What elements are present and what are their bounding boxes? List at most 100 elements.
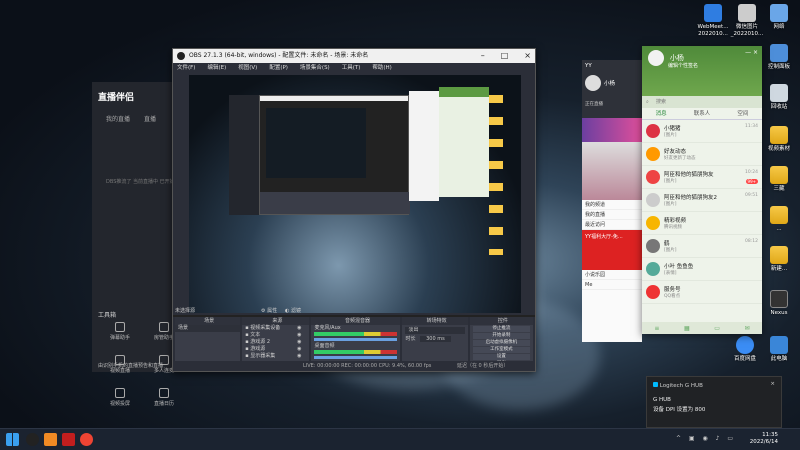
minimize-icon[interactable]: – [481,49,485,63]
scene-item[interactable]: 场景 [175,325,241,332]
conversation-item[interactable]: 鹤 [图片] 08:12 [642,235,762,258]
menu-help[interactable]: 帮助(H) [372,63,391,73]
conversation-item[interactable]: 小叶 鱼鱼鱼 [表情] [642,258,762,281]
conversation-item[interactable]: 精彩视频 腾讯视频 [642,212,762,235]
eye-icon[interactable]: ◉ [297,325,301,332]
folder-icon[interactable]: ▭ [714,325,720,332]
yy-item[interactable]: 我的频道 [582,200,642,210]
webmeet-icon [704,4,722,22]
tab-space[interactable]: 空间 [737,108,748,119]
desktop-icon-nexus[interactable]: Nexus [762,290,796,317]
close-icon[interactable]: × [770,381,775,387]
qq-avatar[interactable] [648,50,664,66]
control-button[interactable]: 停止推流 [472,326,530,332]
user-icon [159,322,169,332]
conversation-avatar [646,193,660,207]
yy-item[interactable]: 最近访问 [582,220,642,230]
scenes-header: 场景 [175,317,241,325]
duration-input[interactable]: 300 ms [420,336,451,342]
status-right: 延迟（在 0 秒后开始） [456,363,509,369]
desktop-icon-recycle-bin[interactable]: 回收站 [762,84,796,111]
conversation-item[interactable]: 小猪猪 [图片] 11:34 [642,120,762,143]
desktop-icon-control-panel[interactable]: 控制面板 [762,44,796,71]
yy-item[interactable]: 我的直播 [582,210,642,220]
source-item[interactable]: ▪ 文本 ◉ [242,332,309,339]
tab-contacts[interactable]: 联系人 [694,108,711,119]
desktop-folder-video[interactable]: 视频素材 [762,126,796,153]
qq-search-input[interactable]: ⌕ 搜索 [642,96,762,108]
yy-item[interactable]: Me [582,280,642,290]
taskbar-app-orange-icon[interactable] [44,433,57,446]
properties-button[interactable]: ⚙ 属性 [261,307,277,314]
yy-live-label: 正在直播 [585,102,603,107]
conversation-item[interactable]: 阿臣和他的狐朋狗友2 [图片] 09:51 [642,189,762,212]
filters-button[interactable]: ◐ 滤镜 [285,307,301,314]
control-button[interactable]: 启动虚拟摄像机 [472,340,530,346]
eye-icon[interactable]: ◉ [297,332,301,339]
control-button[interactable]: 工作室模式 [472,347,530,353]
desktop-icon-baidu[interactable]: 百度网盘 [728,336,762,363]
yy-avatar[interactable] [585,75,601,91]
conversation-avatar [646,239,660,253]
desktop-folder-2[interactable]: ... [762,206,796,233]
tab-live[interactable]: 直播 [144,114,156,123]
taskbar-app-obs-icon[interactable] [26,433,39,446]
conversation-name: 鹤 [664,241,670,247]
tool-calendar[interactable]: 直播日历 [142,388,186,407]
source-item[interactable]: ▪ 游戏源 ◉ [242,346,309,353]
nested-obs-window [259,95,410,215]
yy-title: YY [585,63,592,69]
obs-preview[interactable] [189,75,521,313]
mic-volume-slider[interactable] [314,338,398,341]
source-item[interactable]: ▪ 视频采集设备 ◉ [242,325,309,332]
eye-icon[interactable]: ◉ [297,346,301,353]
desktop-icon-this-pc[interactable]: 此电脑 [762,336,796,363]
conversation-item[interactable]: 服务号 QQ看点 [642,281,762,304]
yy-stream-thumb[interactable] [582,142,642,200]
control-button[interactable]: 开始录制 [472,333,530,339]
menu-scene-collection[interactable]: 场景集合(S) [300,63,330,73]
desktop-icon-weixin-image[interactable]: 微信图片_2022010... [730,4,764,38]
tab-my-live[interactable]: 我的直播 [106,114,130,123]
taskbar-app-yy-icon[interactable] [80,433,93,446]
desktop-folder-1[interactable]: 三藏 [762,166,796,193]
menu-profile[interactable]: 配置(P) [269,63,288,73]
menu-icon[interactable]: ≡ [654,325,659,332]
windows-start-icon[interactable] [6,433,19,446]
folder-icon [770,126,788,144]
desktop-volume-slider[interactable] [314,356,398,359]
tool-screencast[interactable]: 视频投屏 [98,388,142,407]
menu-tools[interactable]: 工具(T) [342,63,361,73]
eye-icon[interactable]: ◉ [297,339,301,346]
source-item[interactable]: ▪ 游戏源 2 ◉ [242,339,309,346]
close-icon[interactable]: × [524,49,531,63]
desktop-icon-webmeet[interactable]: WebMeet... 2022010... [696,4,730,38]
menu-view[interactable]: 视图(V) [238,63,257,73]
yy-promo-red[interactable]: YY福利大厅-免... [582,230,642,270]
control-button[interactable]: 设置 [472,354,530,360]
yy-banner[interactable] [582,118,642,142]
clock[interactable]: 11:35 2022/6/14 [750,432,778,446]
tab-messages[interactable]: 消息 [656,108,667,119]
tool-danmaku[interactable]: 弹幕助手 [98,322,142,341]
desktop-folder-3[interactable]: 新建... [762,246,796,273]
conversation-avatar [646,216,660,230]
transition-select[interactable]: 淡出 [405,327,465,334]
menu-file[interactable]: 文件(F) [177,63,195,73]
conversation-preview: [图片] [664,133,677,138]
system-tray[interactable]: ^ ▣ ◉ ♪ ▭ [676,435,736,442]
conversation-item[interactable]: 阿臣和他的狐朋狗友 [图片] 10:24 99+ [642,166,762,189]
apps-icon[interactable]: ▦ [684,325,690,332]
qq-signature[interactable]: 编辑个性签名 [668,62,756,69]
toast-notification[interactable]: Logitech G HUB × G HUB 设备 DPI 设置为 800 [646,376,782,428]
conversation-item[interactable]: 好友动态 好友更新了动态 [642,143,762,166]
qq-window-controls[interactable]: — × [745,49,758,56]
maximize-icon[interactable]: □ [501,49,509,63]
menu-edit[interactable]: 编辑(E) [207,63,226,73]
yy-item[interactable]: 小说乐园 [582,270,642,280]
source-item[interactable]: ▪ 显示器采集 ◉ [242,353,309,360]
eye-icon[interactable]: ◉ [297,353,301,360]
desktop-icon-network[interactable]: 网络 [762,4,796,31]
taskbar-app-red-icon[interactable] [62,433,75,446]
mail-icon[interactable]: ✉ [745,325,750,332]
